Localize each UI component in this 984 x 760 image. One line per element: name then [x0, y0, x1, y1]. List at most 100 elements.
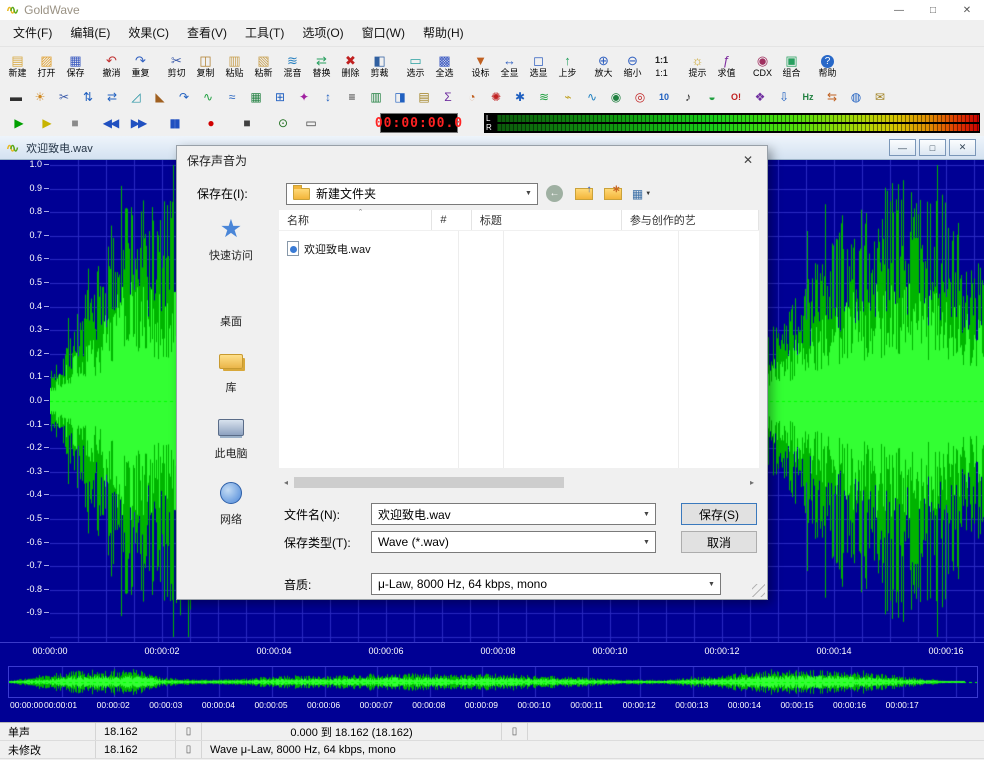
- effect-icon-button-21[interactable]: ✱: [508, 86, 532, 108]
- effect-icon-button-11[interactable]: ⊞: [268, 86, 292, 108]
- dialog-titlebar[interactable]: 保存声音为 ✕: [177, 146, 767, 174]
- effect-icon-button-14[interactable]: ≡: [340, 86, 364, 108]
- document-restore-button[interactable]: □: [919, 139, 946, 156]
- cancel-button[interactable]: 取消: [681, 531, 757, 553]
- play-selection-button[interactable]: ▶: [32, 112, 60, 134]
- menu-item-7[interactable]: 帮助(H): [414, 23, 473, 43]
- file-name-combobox[interactable]: 欢迎致电.wav ▼: [371, 503, 656, 525]
- effect-icon-button-16[interactable]: ◨: [388, 86, 412, 108]
- toolbar-button-0[interactable]: ▤新建: [3, 48, 32, 84]
- toolbar-button-8[interactable]: ▧粘新: [249, 48, 278, 84]
- effect-icon-button-27[interactable]: 10: [652, 86, 676, 108]
- toolbar-button-22[interactable]: ☼提示: [683, 48, 712, 84]
- new-folder-button[interactable]: ∗: [600, 182, 625, 205]
- toolbar-button-24[interactable]: ◉CDX: [748, 48, 777, 84]
- effect-icon-button-5[interactable]: ◿: [124, 86, 148, 108]
- toolbar-button-14[interactable]: ▩全选: [430, 48, 459, 84]
- effect-icon-button-26[interactable]: ◎: [628, 86, 652, 108]
- toolbar-button-17[interactable]: ◻选显: [524, 48, 553, 84]
- toolbar-button-9[interactable]: ≋混音: [278, 48, 307, 84]
- scroll-right-arrow[interactable]: ▸: [745, 478, 759, 487]
- scroll-left-arrow[interactable]: ◂: [279, 478, 293, 487]
- effect-icon-button-25[interactable]: ◉: [604, 86, 628, 108]
- effect-icon-button-34[interactable]: ⇆: [820, 86, 844, 108]
- effect-icon-button-28[interactable]: ♪: [676, 86, 700, 108]
- stop-alt-button[interactable]: ■: [60, 112, 88, 134]
- toolbar-button-19[interactable]: ⊕放大: [589, 48, 618, 84]
- sidebar-item-pc[interactable]: 此电脑: [187, 412, 275, 461]
- effect-icon-button-13[interactable]: ↕: [316, 86, 340, 108]
- effect-icon-button-1[interactable]: ☀: [28, 86, 52, 108]
- save-in-combobox[interactable]: 新建文件夹 ▼: [286, 183, 538, 205]
- sidebar-item-desktop[interactable]: 桌面: [187, 280, 275, 329]
- toolbar-button-5[interactable]: ✂剪切: [162, 48, 191, 84]
- effect-icon-button-4[interactable]: ⇄: [100, 86, 124, 108]
- menu-item-0[interactable]: 文件(F): [4, 23, 61, 43]
- effect-icon-button-20[interactable]: ✺: [484, 86, 508, 108]
- horizontal-scrollbar[interactable]: ◂ ▸: [279, 476, 759, 489]
- toolbar-button-20[interactable]: ⊖缩小: [618, 48, 647, 84]
- toolbar-button-6[interactable]: ◫复制: [191, 48, 220, 84]
- quality-combobox[interactable]: μ-Law, 8000 Hz, 64 kbps, mono ▼: [371, 573, 721, 595]
- effect-icon-button-31[interactable]: ❖: [748, 86, 772, 108]
- column-header-1[interactable]: #: [432, 210, 472, 230]
- toolbar-button-26[interactable]: ?帮助: [813, 48, 842, 84]
- menu-item-1[interactable]: 编辑(E): [61, 23, 119, 43]
- effect-icon-button-23[interactable]: ⌁: [556, 86, 580, 108]
- document-minimize-button[interactable]: —: [889, 139, 916, 156]
- toolbar-button-10[interactable]: ⇄替换: [307, 48, 336, 84]
- toolbar-button-1[interactable]: ▨打开: [32, 48, 61, 84]
- menu-item-6[interactable]: 窗口(W): [353, 23, 414, 43]
- toolbar-button-3[interactable]: ↶撤消: [97, 48, 126, 84]
- resize-grip[interactable]: [752, 584, 765, 597]
- effect-icon-button-22[interactable]: ≋: [532, 86, 556, 108]
- sidebar-item-star[interactable]: ★快速访问: [187, 214, 275, 263]
- menu-item-2[interactable]: 效果(C): [119, 23, 178, 43]
- file-row[interactable]: 欢迎致电.wav: [283, 239, 375, 258]
- effect-icon-button-17[interactable]: ▤: [412, 86, 436, 108]
- menu-item-5[interactable]: 选项(O): [293, 23, 352, 43]
- toolbar-button-23[interactable]: ƒ求值: [712, 48, 741, 84]
- status-toggle-icon[interactable]: ▯: [502, 723, 528, 740]
- effect-icon-button-32[interactable]: ⇩: [772, 86, 796, 108]
- monitor-toggle-button[interactable]: ▭: [296, 112, 324, 134]
- back-button[interactable]: ←: [542, 182, 567, 205]
- toolbar-button-13[interactable]: ▭选示: [401, 48, 430, 84]
- rewind-button[interactable]: ◀◀: [96, 112, 124, 134]
- sidebar-item-library[interactable]: 库: [187, 346, 275, 395]
- toolbar-button-18[interactable]: ↑上步: [553, 48, 582, 84]
- column-header-2[interactable]: 标题: [472, 210, 622, 230]
- effect-icon-button-36[interactable]: ✉: [868, 86, 892, 108]
- effect-icon-button-29[interactable]: ◒: [700, 86, 724, 108]
- effect-icon-button-0[interactable]: ▬: [4, 86, 28, 108]
- column-header-0[interactable]: 名称ˆ: [279, 210, 432, 230]
- fast-forward-button[interactable]: ▶▶: [124, 112, 152, 134]
- toolbar-button-21[interactable]: 1:11:1: [647, 48, 676, 84]
- save-button[interactable]: 保存(S): [681, 503, 757, 525]
- overview-strip[interactable]: 00:00:0000:00:0100:00:0200:00:0300:00:04…: [8, 666, 976, 714]
- status-toggle-icon[interactable]: ▯: [176, 741, 202, 758]
- effect-icon-button-8[interactable]: ∿: [196, 86, 220, 108]
- effect-icon-button-12[interactable]: ✦: [292, 86, 316, 108]
- toolbar-button-2[interactable]: ▦保存: [61, 48, 90, 84]
- toolbar-button-16[interactable]: ↔全显: [495, 48, 524, 84]
- toolbar-button-7[interactable]: ▥粘贴: [220, 48, 249, 84]
- effect-icon-button-33[interactable]: Hz: [796, 86, 820, 108]
- scrollbar-thumb[interactable]: [294, 477, 564, 488]
- effect-icon-button-35[interactable]: ◍: [844, 86, 868, 108]
- effect-icon-button-10[interactable]: ▦: [244, 86, 268, 108]
- effect-icon-button-6[interactable]: ◣: [148, 86, 172, 108]
- close-button[interactable]: ✕: [950, 0, 984, 20]
- play-button[interactable]: ▶: [4, 112, 32, 134]
- column-header-3[interactable]: 参与创作的艺: [622, 210, 759, 230]
- effect-icon-button-30[interactable]: O!: [724, 86, 748, 108]
- sidebar-item-network[interactable]: 网络: [187, 478, 275, 527]
- document-close-button[interactable]: ✕: [949, 139, 976, 156]
- timeline-ruler[interactable]: 00:00:0000:00:0200:00:0400:00:0600:00:08…: [0, 642, 984, 660]
- save-type-combobox[interactable]: Wave (*.wav) ▼: [371, 531, 656, 553]
- toolbar-button-11[interactable]: ✖删除: [336, 48, 365, 84]
- channel-mode[interactable]: 单声: [0, 723, 96, 740]
- status-toggle-icon[interactable]: ▯: [176, 723, 202, 740]
- minimize-button[interactable]: —: [882, 0, 916, 20]
- menu-item-4[interactable]: 工具(T): [236, 23, 293, 43]
